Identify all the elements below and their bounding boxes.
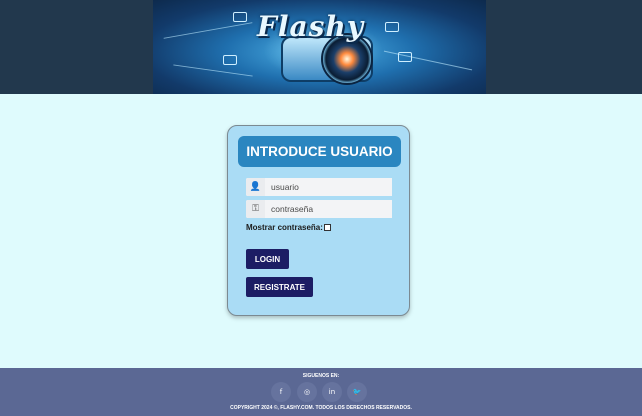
- linkedin-icon[interactable]: in: [322, 382, 342, 402]
- header: Flashy: [0, 0, 642, 94]
- banner-line: [163, 22, 253, 39]
- user-icon: 👤: [246, 178, 265, 196]
- username-field: 👤: [246, 178, 392, 196]
- footer: SIGUENOS EN: f ◎ in 🐦 COPYRIGHT 2024 ©, …: [0, 368, 642, 416]
- password-input[interactable]: [265, 200, 392, 218]
- register-button[interactable]: REGISTRATE: [246, 277, 313, 297]
- photo-icon: [223, 55, 237, 65]
- password-field: ⚿: [246, 200, 392, 218]
- show-password-label: Mostrar contraseña:: [246, 223, 323, 232]
- follow-us-label: SIGUENOS EN:: [302, 373, 340, 379]
- twitter-icon[interactable]: 🐦: [347, 382, 367, 402]
- instagram-icon[interactable]: ◎: [297, 382, 317, 402]
- photo-icon: [233, 12, 247, 22]
- key-icon: ⚿: [246, 200, 265, 218]
- photo-icon: [385, 22, 399, 32]
- login-button[interactable]: LOGIN: [246, 249, 289, 269]
- login-title: INTRODUCE USUARIO: [238, 136, 401, 167]
- show-password-checkbox[interactable]: [323, 224, 331, 231]
- facebook-icon[interactable]: f: [271, 382, 291, 402]
- banner-image: Flashy: [153, 0, 486, 94]
- logo-text: Flashy: [257, 10, 365, 43]
- login-card: INTRODUCE USUARIO 👤 ⚿ Mostrar contraseña…: [227, 125, 410, 316]
- photo-icon: [398, 52, 412, 62]
- copyright-text: COPYRIGHT 2024 ©, FLASHY.COM. TODOS LOS …: [230, 405, 412, 411]
- banner-line: [173, 64, 253, 77]
- show-password-toggle[interactable]: Mostrar contraseña:: [246, 223, 331, 232]
- username-input[interactable]: [265, 178, 392, 196]
